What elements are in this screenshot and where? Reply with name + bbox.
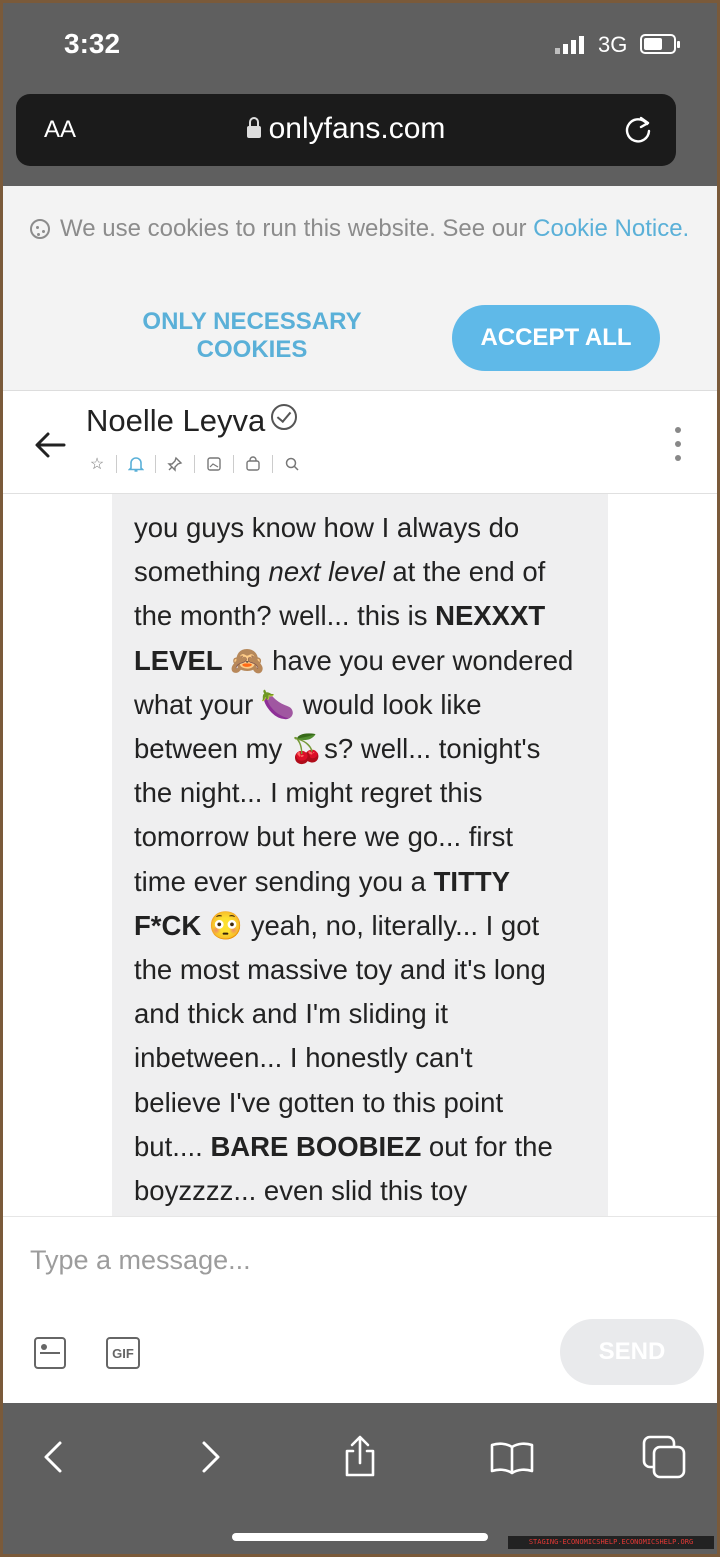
contact-name[interactable]: Noelle Leyva bbox=[86, 403, 298, 439]
send-button[interactable]: SEND bbox=[560, 1319, 704, 1385]
bell-icon[interactable] bbox=[125, 453, 147, 475]
address-bar[interactable]: AA onlyfans.com bbox=[16, 94, 676, 166]
only-necessary-cookies-button[interactable]: ONLY NECESSARY COOKIES bbox=[80, 306, 424, 366]
cookie-message: We use cookies to run this website. See … bbox=[30, 210, 690, 248]
cookie-icon bbox=[30, 219, 50, 239]
share-icon[interactable] bbox=[336, 1433, 384, 1481]
verified-icon bbox=[271, 404, 298, 430]
status-bar: 3:32 3G bbox=[0, 0, 720, 90]
chat-tools: ☆ bbox=[86, 453, 303, 475]
back-arrow-icon[interactable] bbox=[30, 427, 70, 463]
message-line: time ever sending you a TITTY bbox=[134, 865, 511, 897]
browser-toolbar: AA onlyfans.com bbox=[0, 90, 720, 186]
watermark-text: STAGING-ECONOMICSHELP.ECONOMICSHELP.ORG bbox=[508, 1536, 714, 1549]
bookmarks-icon[interactable] bbox=[488, 1433, 536, 1481]
purchases-icon[interactable] bbox=[242, 453, 264, 475]
message-input[interactable] bbox=[28, 1237, 672, 1283]
message-list[interactable]: you guys know how I always do something n… bbox=[0, 494, 720, 1216]
message-text: you guys know how I always do something n… bbox=[134, 506, 604, 1213]
star-icon[interactable]: ☆ bbox=[86, 453, 108, 475]
browser-bottom-toolbar: STAGING-ECONOMICSHELP.ECONOMICSHELP.ORG bbox=[0, 1403, 720, 1557]
forward-icon[interactable] bbox=[186, 1433, 234, 1481]
media-icon[interactable] bbox=[203, 453, 225, 475]
message-line: LEVEL 🙈 have you ever wondered bbox=[134, 644, 574, 676]
message-line: what your 🍆 would look like bbox=[134, 688, 482, 720]
message-line: the month? well... this is NEXXXT bbox=[134, 600, 546, 632]
back-icon[interactable] bbox=[30, 1433, 78, 1481]
message-line: tomorrow but here we go... first bbox=[134, 821, 514, 853]
status-time: 3:32 bbox=[64, 28, 121, 59]
message-line: but.... BARE BOOBIEZ out for the bbox=[134, 1130, 553, 1162]
message-line: believe I've gotten to this point bbox=[134, 1086, 504, 1118]
message-line: the night... I might regret this bbox=[134, 777, 483, 809]
chat-header: Noelle Leyva ☆ bbox=[0, 391, 720, 494]
accept-all-button[interactable]: ACCEPT ALL bbox=[452, 305, 660, 371]
pin-icon[interactable] bbox=[164, 453, 186, 475]
message-line: and thick and I'm sliding it bbox=[134, 998, 449, 1030]
url-display[interactable]: onlyfans.com bbox=[16, 112, 676, 146]
network-type: 3G bbox=[598, 32, 628, 57]
home-indicator bbox=[232, 1533, 488, 1541]
cookie-banner: We use cookies to run this website. See … bbox=[0, 186, 720, 391]
message-composer: GIF SEND bbox=[0, 1216, 720, 1403]
signal-icon bbox=[555, 34, 584, 54]
message-line: you guys know how I always do bbox=[134, 512, 520, 543]
message-line: inbetween... I honestly can't bbox=[134, 1042, 473, 1074]
message-line: F*CK 😳 yeah, no, literally... I got bbox=[134, 909, 540, 941]
message-line: the most massive toy and it's long bbox=[134, 954, 546, 986]
message-line: something next level at the end of bbox=[134, 556, 546, 588]
search-icon[interactable] bbox=[281, 453, 303, 475]
cookie-notice-link[interactable]: Cookie Notice. bbox=[533, 215, 689, 242]
cookie-text: We use cookies to run this website. See … bbox=[60, 215, 527, 242]
battery-icon bbox=[640, 34, 680, 54]
message-line: boyzzzz... even slid this toy bbox=[134, 1175, 468, 1207]
message-line: between my 🍒s? well... tonight's bbox=[134, 733, 541, 765]
tabs-icon[interactable] bbox=[640, 1433, 688, 1481]
reload-icon[interactable] bbox=[620, 112, 656, 148]
more-options-icon[interactable] bbox=[674, 427, 682, 461]
image-upload-icon[interactable] bbox=[34, 1337, 66, 1369]
contact-name-text: Noelle Leyva bbox=[86, 403, 266, 438]
gif-button[interactable]: GIF bbox=[106, 1337, 140, 1369]
url-domain: onlyfans.com bbox=[268, 112, 446, 145]
lock-icon bbox=[246, 117, 261, 138]
